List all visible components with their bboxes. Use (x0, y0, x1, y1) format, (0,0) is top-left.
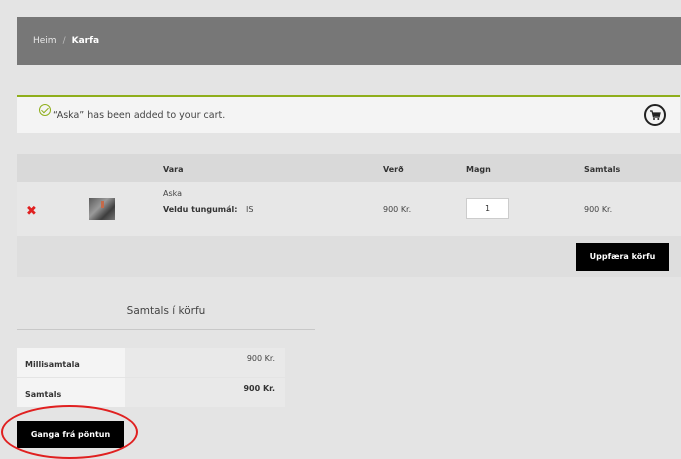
thumbnail-figure (101, 201, 104, 208)
header-quantity: Magn (466, 165, 491, 174)
product-variation: Veldu tungumál: IS (163, 205, 253, 214)
breadcrumb-home-link[interactable]: Heim (33, 36, 57, 46)
product-name-link[interactable]: Aska (163, 189, 182, 198)
cart-item-row: ✖ Aska Veldu tungumál: IS 900 Kr. 900 Kr… (17, 182, 681, 236)
quantity-input[interactable] (466, 198, 509, 219)
cart-totals-title: Samtals í körfu (126, 305, 206, 317)
breadcrumb-bar: Heim / Karfa (17, 17, 681, 65)
total-label: Samtals (17, 378, 125, 407)
breadcrumb: Heim / Karfa (33, 17, 99, 65)
breadcrumb-separator: / (62, 36, 66, 46)
cart-actions-row: Uppfæra körfu (17, 236, 681, 277)
product-price: 900 Kr. (383, 205, 412, 214)
subtotal-value: 900 Kr. (125, 348, 285, 377)
variation-value: IS (246, 205, 254, 214)
highlight-circle (1, 405, 138, 459)
totals-divider (17, 329, 315, 330)
cart-notice: “Aska” has been added to your cart. (17, 95, 680, 133)
check-circle-icon (39, 104, 51, 116)
remove-item-icon[interactable]: ✖ (26, 205, 37, 218)
notice-message: “Aska” has been added to your cart. (53, 110, 226, 121)
update-cart-button[interactable]: Uppfæra körfu (576, 243, 669, 271)
cart-table-header: Vara Verð Magn Samtals (17, 154, 681, 182)
header-product: Vara (163, 165, 184, 174)
subtotal-label: Millisamtala (17, 348, 125, 377)
header-subtotal: Samtals (584, 165, 621, 174)
product-thumbnail[interactable] (89, 198, 115, 220)
header-price: Verð (383, 165, 404, 174)
variation-label: Veldu tungumál: (163, 205, 238, 214)
cart-totals-table: Millisamtala 900 Kr. Samtals 900 Kr. (17, 348, 285, 408)
product-subtotal: 900 Kr. (584, 205, 613, 214)
cart-icon[interactable] (644, 104, 666, 126)
total-value: 900 Kr. (125, 378, 285, 407)
breadcrumb-current: Karfa (71, 36, 100, 46)
